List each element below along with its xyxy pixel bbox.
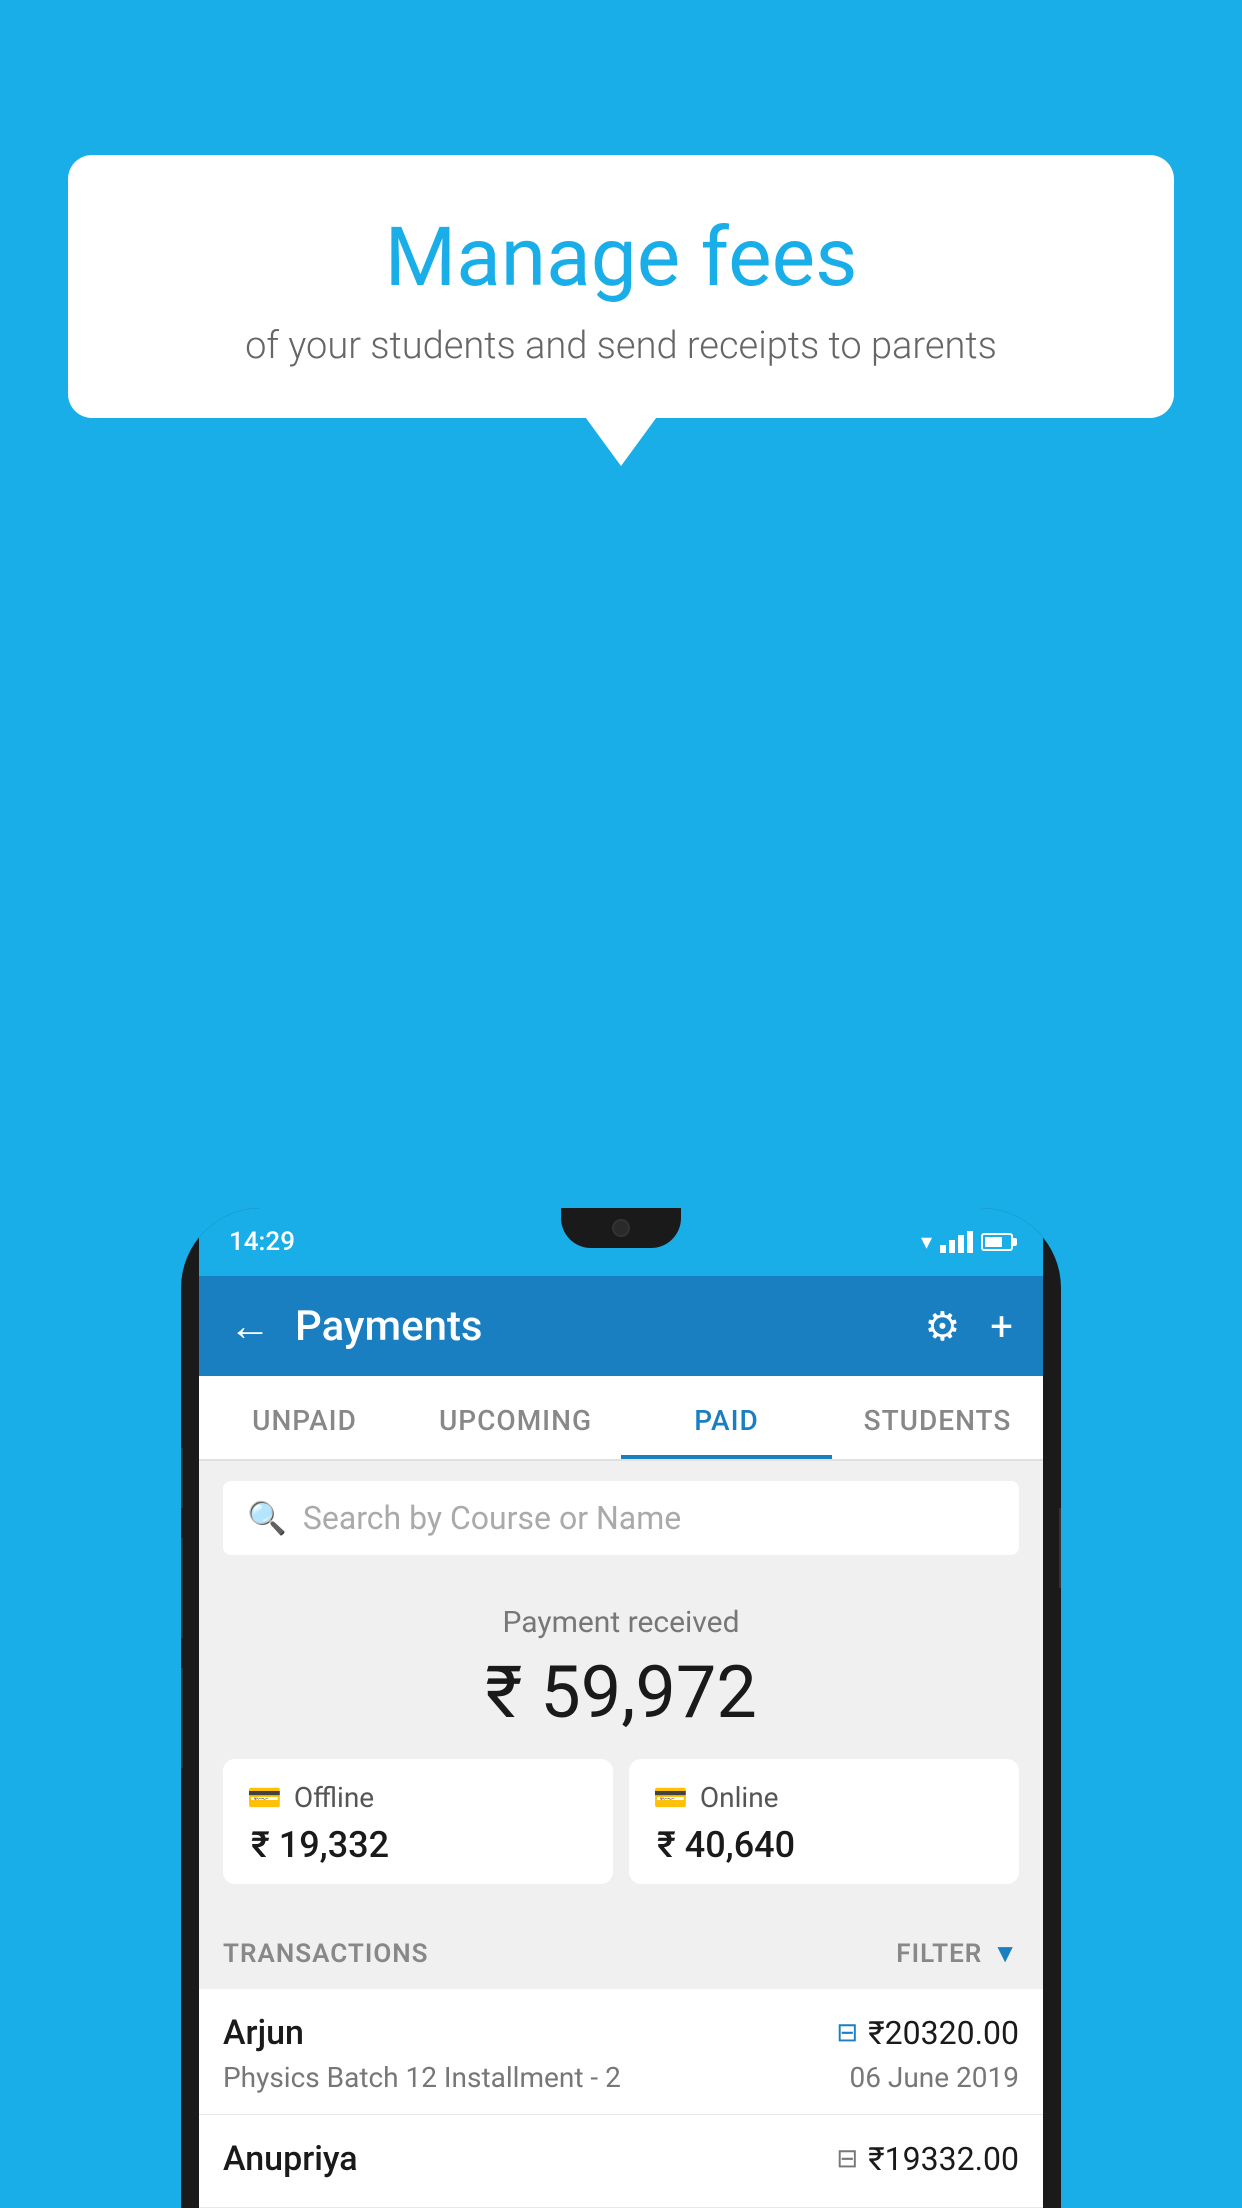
- status-time: 14:29: [229, 1227, 295, 1257]
- tab-upcoming[interactable]: UPCOMING: [410, 1376, 621, 1459]
- phone-outer: 14:29 ▾ ← Payments: [181, 1208, 1061, 2208]
- transactions-header: TRANSACTIONS FILTER ▼: [199, 1918, 1043, 1989]
- offline-card: 💳 Offline ₹ 19,332: [223, 1759, 613, 1884]
- transaction-row[interactable]: Arjun ⊟ ₹20320.00 Physics Batch 12 Insta…: [199, 1989, 1043, 2115]
- offline-icon: 💳: [247, 1781, 282, 1814]
- speech-bubble-subtitle: of your students and send receipts to pa…: [128, 324, 1114, 368]
- transaction-amount-wrap: ⊟ ₹19332.00: [836, 2140, 1019, 2178]
- header-actions: ⚙ +: [924, 1303, 1013, 1350]
- transaction-amount: ₹20320.00: [868, 2014, 1019, 2052]
- speech-bubble-title: Manage fees: [128, 210, 1114, 306]
- transaction-date: 06 June 2019: [849, 2061, 1019, 2094]
- filter-icon: ▼: [992, 1938, 1019, 1969]
- phone-side-btn-left-bottom: [181, 1538, 183, 1638]
- search-container: 🔍 Search by Course or Name: [199, 1461, 1043, 1575]
- settings-icon[interactable]: ⚙: [924, 1303, 960, 1350]
- offline-label: Offline: [294, 1781, 374, 1814]
- status-bar: 14:29 ▾: [199, 1208, 1043, 1276]
- transaction-bottom: Physics Batch 12 Installment - 2 06 June…: [223, 2061, 1019, 2094]
- transaction-amount: ₹19332.00: [868, 2140, 1019, 2178]
- add-icon[interactable]: +: [990, 1303, 1013, 1350]
- payment-received-label: Payment received: [223, 1605, 1019, 1640]
- phone-camera: [612, 1219, 630, 1237]
- phone-mockup: 14:29 ▾ ← Payments: [181, 1208, 1061, 2208]
- transaction-row[interactable]: Anupriya ⊟ ₹19332.00: [199, 2115, 1043, 2208]
- phone-notch: [561, 1208, 681, 1248]
- transaction-type-icon: ⊟: [836, 2144, 858, 2174]
- tab-paid[interactable]: PAID: [621, 1376, 832, 1459]
- phone-side-btn-right: [1059, 1508, 1061, 1588]
- offline-card-header: 💳 Offline: [247, 1781, 374, 1814]
- online-label: Online: [700, 1781, 779, 1814]
- wifi-icon: ▾: [921, 1230, 932, 1255]
- transaction-type-icon: ⊟: [836, 2018, 858, 2048]
- battery-icon: [981, 1233, 1013, 1251]
- tab-unpaid[interactable]: UNPAID: [199, 1376, 410, 1459]
- app-screen: ← Payments ⚙ + UNPAID UPCOMING PAID: [199, 1276, 1043, 2208]
- app-header: ← Payments ⚙ +: [199, 1276, 1043, 1376]
- online-card: 💳 Online ₹ 40,640: [629, 1759, 1019, 1884]
- speech-bubble-container: Manage fees of your students and send re…: [68, 155, 1174, 418]
- offline-amount: ₹ 19,332: [247, 1824, 389, 1866]
- course-name: Physics Batch 12 Installment - 2: [223, 2061, 621, 2094]
- back-button[interactable]: ←: [229, 1302, 271, 1351]
- student-name: Anupriya: [223, 2139, 358, 2179]
- search-bar[interactable]: 🔍 Search by Course or Name: [223, 1481, 1019, 1555]
- transactions-label: TRANSACTIONS: [223, 1939, 429, 1969]
- search-icon: 🔍: [247, 1499, 287, 1537]
- filter-button[interactable]: FILTER ▼: [896, 1938, 1019, 1969]
- phone-side-btn-left-bottom2: [181, 1668, 183, 1768]
- payment-total-amount: ₹ 59,972: [223, 1650, 1019, 1735]
- app-title: Payments: [295, 1302, 924, 1351]
- transaction-top: Arjun ⊟ ₹20320.00: [223, 2013, 1019, 2053]
- transaction-amount-wrap: ⊟ ₹20320.00: [836, 2014, 1019, 2052]
- online-card-header: 💳 Online: [653, 1781, 779, 1814]
- speech-bubble: Manage fees of your students and send re…: [68, 155, 1174, 418]
- signal-icon: [940, 1231, 973, 1253]
- online-amount: ₹ 40,640: [653, 1824, 795, 1866]
- status-icons: ▾: [921, 1230, 1013, 1255]
- search-input[interactable]: Search by Course or Name: [303, 1499, 681, 1537]
- filter-label: FILTER: [896, 1939, 982, 1969]
- payment-summary: Payment received ₹ 59,972 💳 Offline ₹ 19…: [199, 1575, 1043, 1918]
- tab-students[interactable]: STUDENTS: [832, 1376, 1043, 1459]
- payment-cards: 💳 Offline ₹ 19,332 💳 Online ₹ 40,640: [223, 1759, 1019, 1884]
- student-name: Arjun: [223, 2013, 304, 2053]
- transaction-top: Anupriya ⊟ ₹19332.00: [223, 2139, 1019, 2179]
- phone-side-btn-left-top: [181, 1448, 183, 1508]
- online-icon: 💳: [653, 1781, 688, 1814]
- tabs-bar: UNPAID UPCOMING PAID STUDENTS: [199, 1376, 1043, 1461]
